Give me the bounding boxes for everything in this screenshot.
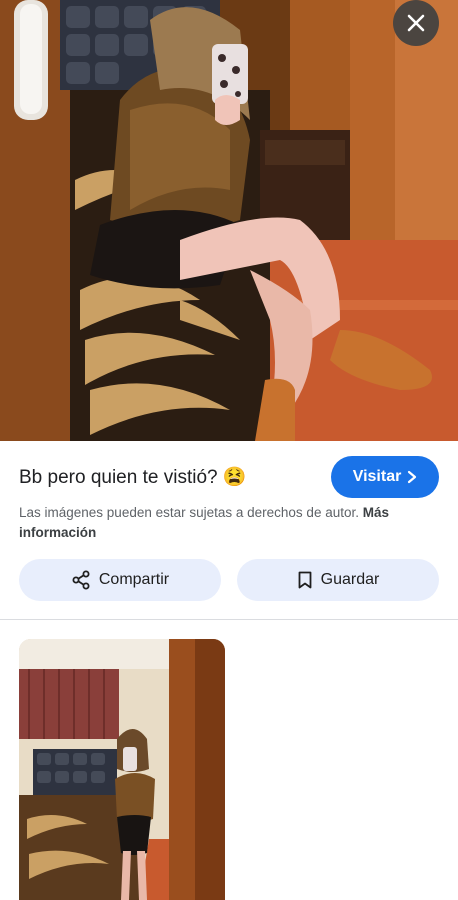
save-label: Guardar [320, 571, 380, 588]
result-title: Bb pero quien te vistió? 😫 [19, 467, 247, 488]
share-label: Compartir [98, 571, 170, 588]
thumbnail-photo [19, 639, 225, 900]
share-icon [72, 570, 90, 590]
bookmark-icon [298, 571, 312, 589]
save-button[interactable]: Guardar [237, 559, 439, 601]
close-icon [407, 14, 425, 32]
notice-text: Las imágenes pueden estar sujetas a dere… [19, 505, 359, 520]
result-header: Bb pero quien te vistió? 😫 Visitar [19, 456, 439, 498]
related-image-thumbnail[interactable] [19, 639, 225, 900]
share-button[interactable]: Compartir [19, 559, 221, 601]
hero-image[interactable] [0, 0, 458, 441]
close-button[interactable] [393, 0, 439, 46]
divider [0, 619, 458, 620]
visit-button[interactable]: Visitar [331, 456, 439, 498]
action-bar: Compartir Guardar [19, 559, 439, 601]
copyright-notice: Las imágenes pueden estar sujetas a dere… [19, 503, 439, 543]
visit-label: Visitar [352, 468, 402, 485]
chevron-right-icon [408, 470, 417, 484]
hero-photo [0, 0, 458, 441]
